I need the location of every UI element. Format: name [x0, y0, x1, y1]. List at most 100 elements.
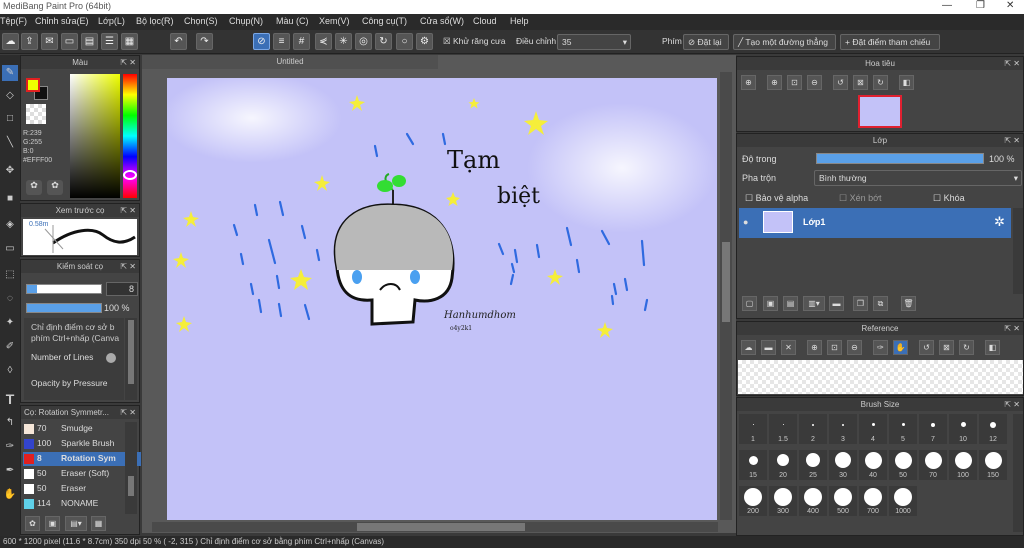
antialias-checkbox[interactable]: ☒ Khử răng cưa — [443, 36, 505, 47]
brush-size-option[interactable]: 1.5 — [769, 414, 797, 444]
brush-size-option[interactable]: 1000 — [889, 486, 917, 516]
straight-line-button[interactable]: ╱ Tạo một đường thẳng — [733, 34, 836, 50]
list-item[interactable]: 50 Eraser — [23, 482, 141, 496]
menu-cloud[interactable]: Cloud — [473, 16, 497, 26]
reset-view-icon[interactable]: ⊠ — [853, 75, 868, 90]
delete-layer-icon[interactable]: 🗑 — [901, 296, 916, 311]
brush-size-scrollbar[interactable] — [1013, 414, 1023, 532]
eyedropper-icon[interactable]: ✑ — [2, 439, 18, 455]
reference-point-button[interactable]: + Đặt điểm tham chiếu — [840, 34, 940, 50]
list-icon[interactable]: ☰ — [101, 33, 118, 50]
ref-zoom-out-icon[interactable]: ⊖ — [847, 340, 862, 355]
select-pen-icon[interactable]: ✐ — [2, 339, 18, 355]
brush-size-option[interactable]: 400 — [799, 486, 827, 516]
close-icon[interactable]: ✕ — [1006, 0, 1014, 11]
divide-tool-icon[interactable]: ↰ — [2, 415, 18, 431]
ref-hand-icon[interactable]: ✋ — [893, 340, 908, 355]
brush-size-option[interactable]: 10 — [949, 414, 977, 444]
ref-reset-icon[interactable]: ⊠ — [939, 340, 954, 355]
undo-icon[interactable]: ↶ — [170, 33, 187, 50]
radial-snap-icon[interactable]: ✳ — [335, 33, 352, 50]
brush-size-option[interactable]: 50 — [889, 450, 917, 480]
zoom-out-icon[interactable]: ⊖ — [807, 75, 822, 90]
cloud-open-icon[interactable]: ☁ — [741, 340, 756, 355]
gradient-tool-icon[interactable]: ▭ — [2, 241, 18, 257]
ref-flip-icon[interactable]: ◧ — [985, 340, 1000, 355]
brush-size-option[interactable]: 7 — [919, 414, 947, 444]
shape-tool-icon[interactable]: ■ — [2, 191, 18, 207]
rotate-right-icon[interactable]: ↻ — [873, 75, 888, 90]
brush-size-option[interactable]: 70 — [919, 450, 947, 480]
grid-icon[interactable]: ▦ — [121, 33, 138, 50]
brush-size-option[interactable]: 4 — [859, 414, 887, 444]
flip-icon[interactable]: ◧ — [899, 75, 914, 90]
menu-filter[interactable]: Bộ lọc(R) — [136, 16, 174, 26]
clip-checkbox[interactable]: ☐ Xén bớt — [839, 193, 882, 204]
brush-list-scrollbar[interactable] — [125, 422, 137, 514]
brush-size-option[interactable]: 1 — [739, 414, 767, 444]
fit-icon[interactable]: ⊡ — [787, 75, 802, 90]
brush-size-slider[interactable] — [26, 284, 102, 294]
chat-icon[interactable]: ▭ — [61, 33, 78, 50]
correction-select[interactable]: 35 ▾ — [557, 34, 631, 50]
eye-icon[interactable]: ● — [743, 217, 748, 227]
list-item-selected[interactable]: 8Rotation Sym✲ — [23, 452, 141, 466]
lock-checkbox[interactable]: ☐ Khóa — [933, 193, 965, 204]
menu-help[interactable]: Help — [510, 16, 529, 26]
pin-icon[interactable]: ⇱ ✕ — [120, 406, 136, 419]
brush-size-option[interactable]: 2 — [799, 414, 827, 444]
brush-folder-icon[interactable]: ▣ — [45, 516, 60, 531]
transparent-swatch[interactable] — [26, 104, 46, 124]
cloud-icon[interactable]: ☁ — [2, 33, 19, 50]
parallel-snap-icon[interactable]: ≡ — [273, 33, 290, 50]
ref-zoom-in-icon[interactable]: ⊕ — [807, 340, 822, 355]
navigator-thumbnail[interactable] — [858, 95, 902, 128]
brush-size-option[interactable]: 150 — [979, 450, 1007, 480]
brush-opacity-slider[interactable] — [26, 303, 102, 313]
magic-wand-icon[interactable]: ✦ — [2, 315, 18, 331]
brush-size-option[interactable]: 15 — [739, 450, 767, 480]
maximize-icon[interactable]: ❐ — [976, 0, 985, 11]
list-item[interactable]: 70 Smudge — [23, 422, 141, 436]
select-eraser-icon[interactable]: ◊ — [2, 363, 18, 379]
text-tool-icon[interactable]: T — [2, 391, 18, 407]
list-item[interactable]: 114 NONAME — [23, 497, 141, 511]
gear-icon[interactable]: ✲ — [994, 214, 1005, 230]
layer-row[interactable]: ● Lớp1 ✲ — [739, 208, 1011, 238]
fill-tool-icon[interactable]: ◈ — [2, 217, 18, 233]
brush-size-option[interactable]: 100 — [949, 450, 977, 480]
brush-size-option[interactable]: 200 — [739, 486, 767, 516]
close-reference-icon[interactable]: ✕ — [781, 340, 796, 355]
brush-tool-icon[interactable]: ✎ — [2, 65, 18, 81]
menu-select[interactable]: Chọn(S) — [184, 16, 218, 26]
pen-tool-icon[interactable]: ✒ — [2, 463, 18, 479]
drawing-canvas[interactable]: Tạm biệt Hanhumdhom o4y2k1 — [167, 78, 717, 520]
brush-size-option[interactable]: 500 — [829, 486, 857, 516]
brush-size-option[interactable]: 700 — [859, 486, 887, 516]
folder-icon[interactable]: ▬ — [829, 296, 844, 311]
curve-snap-icon[interactable]: ↻ — [375, 33, 392, 50]
snap-off-button[interactable]: ⊘ Đặt lại — [683, 34, 729, 50]
comment-icon[interactable]: ✉ — [41, 33, 58, 50]
menu-layer[interactable]: Lớp(L) — [98, 16, 125, 26]
ref-rotate-left-icon[interactable]: ↺ — [919, 340, 934, 355]
layer-opacity-slider[interactable] — [816, 153, 984, 164]
palette-add-icon[interactable]: ✿ — [47, 180, 63, 195]
protect-alpha-checkbox[interactable]: ☐ Bảo vệ alpha — [745, 193, 808, 204]
merge-layer-icon[interactable]: ⧉ — [873, 296, 888, 311]
brush-add-icon[interactable]: ▤▾ — [65, 516, 87, 531]
duplicate-layer-icon[interactable]: ❐ — [853, 296, 868, 311]
lasso-tool-icon[interactable]: ◌ — [2, 291, 18, 307]
menu-tools[interactable]: Công cụ(T) — [362, 16, 407, 26]
dot-tool-icon[interactable]: □ — [2, 111, 18, 127]
saturation-value-picker[interactable] — [70, 74, 120, 198]
rotate-snap-icon[interactable]: ○ — [396, 33, 413, 50]
grid-snap-icon[interactable]: # — [293, 33, 310, 50]
document-icon[interactable]: ▤ — [81, 33, 98, 50]
brush-size-option[interactable]: 5 — [889, 414, 917, 444]
pin-icon[interactable]: ⇱ ✕ — [120, 260, 136, 273]
open-folder-icon[interactable]: ▬ — [761, 340, 776, 355]
new-layer-icon[interactable]: ▢ — [742, 296, 757, 311]
settings-icon[interactable]: ⚙ — [416, 33, 433, 50]
ref-rotate-right-icon[interactable]: ↻ — [959, 340, 974, 355]
